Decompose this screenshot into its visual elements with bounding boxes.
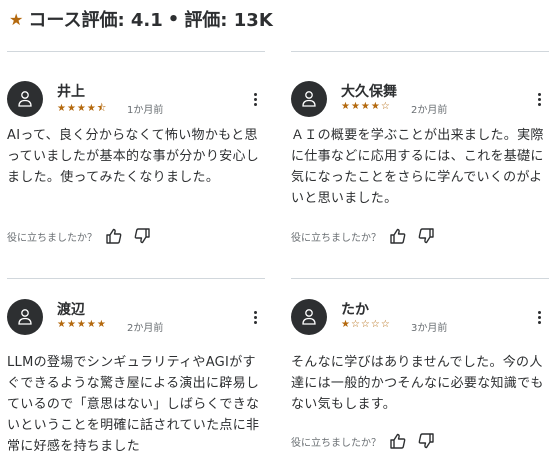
reviewer-name: 渡辺: [57, 302, 85, 318]
header-separator: •: [167, 8, 180, 30]
review-text: LLMの登場でシンギュラリティやAGIがすぐできるような驚き屋による演出に辟易し…: [7, 355, 260, 454]
star-icon: ★: [9, 9, 24, 29]
course-rating-header: ★ コース評価: 4.1 • 評価: 13K: [9, 6, 273, 32]
star-rating: ★★★★★: [57, 319, 107, 330]
thumbs-up-icon[interactable]: [103, 225, 125, 247]
user-icon: [302, 91, 316, 107]
divider: [291, 278, 549, 279]
user-icon: [18, 91, 32, 107]
reviewer-name: 大久保舞: [341, 84, 397, 100]
review-card: たか ★☆☆☆☆ 3か月前 そんなに学びはありませんでした。今の人達には一般的か…: [291, 278, 549, 465]
review-time: 1か月前: [127, 105, 164, 116]
helpful-row: 役に立ちましたか？: [291, 225, 437, 247]
user-icon: [302, 309, 316, 325]
user-icon: [18, 309, 32, 325]
avatar: [7, 81, 43, 117]
divider: [7, 51, 265, 52]
helpful-prompt: 役に立ちましたか？: [291, 437, 381, 449]
review-time: 2か月前: [127, 323, 164, 334]
review-text: そんなに学びはありませんでした。今の人達には一般的かつそんなに必要な知識でもない…: [291, 355, 544, 412]
star-rating: ★☆☆☆☆: [341, 319, 391, 330]
more-options-icon[interactable]: [247, 309, 263, 325]
review-text: ＡＩの概要を学ぶことが出来ました。実際に仕事などに応用するには、これを基礎に気に…: [291, 128, 544, 206]
divider: [291, 51, 549, 52]
avatar: [7, 299, 43, 335]
helpful-row: 役に立ちましたか？: [7, 225, 153, 247]
more-options-icon[interactable]: [531, 309, 547, 325]
review-time: 2か月前: [411, 105, 448, 116]
divider: [7, 278, 265, 279]
thumbs-down-icon[interactable]: [415, 430, 437, 452]
review-card: 井上 ★★★★⯪ 1か月前 AIって、良く分からなくて怖い物かもと思っていました…: [7, 51, 265, 251]
thumbs-down-icon[interactable]: [415, 225, 437, 247]
rating-count-label: 評価: 13K: [184, 10, 273, 31]
reviewer-name: たか: [341, 302, 369, 318]
more-options-icon[interactable]: [247, 91, 263, 107]
review-card: 大久保舞 ★★★★☆ 2か月前 ＡＩの概要を学ぶことが出来ました。実際に仕事など…: [291, 51, 549, 251]
star-rating: ★★★★☆: [341, 101, 391, 112]
avatar: [291, 299, 327, 335]
review-time: 3か月前: [411, 323, 448, 334]
reviewer-name: 井上: [57, 84, 85, 100]
helpful-row: 役に立ちましたか？: [291, 430, 437, 452]
helpful-prompt: 役に立ちましたか？: [7, 232, 97, 244]
star-rating: ★★★★⯪: [57, 103, 108, 114]
avatar: [291, 81, 327, 117]
thumbs-down-icon[interactable]: [131, 225, 153, 247]
review-card: 渡辺 ★★★★★ 2か月前 LLMの登場でシンギュラリティやAGIがすぐできるよ…: [7, 278, 265, 465]
thumbs-up-icon[interactable]: [387, 225, 409, 247]
helpful-prompt: 役に立ちましたか？: [291, 232, 381, 244]
course-rating-label: コース評価: 4.1: [28, 10, 163, 31]
more-options-icon[interactable]: [531, 91, 547, 107]
review-text: AIって、良く分からなくて怖い物かもと思っていましたが基本的な事が分かり安心しま…: [7, 128, 260, 185]
thumbs-up-icon[interactable]: [387, 430, 409, 452]
